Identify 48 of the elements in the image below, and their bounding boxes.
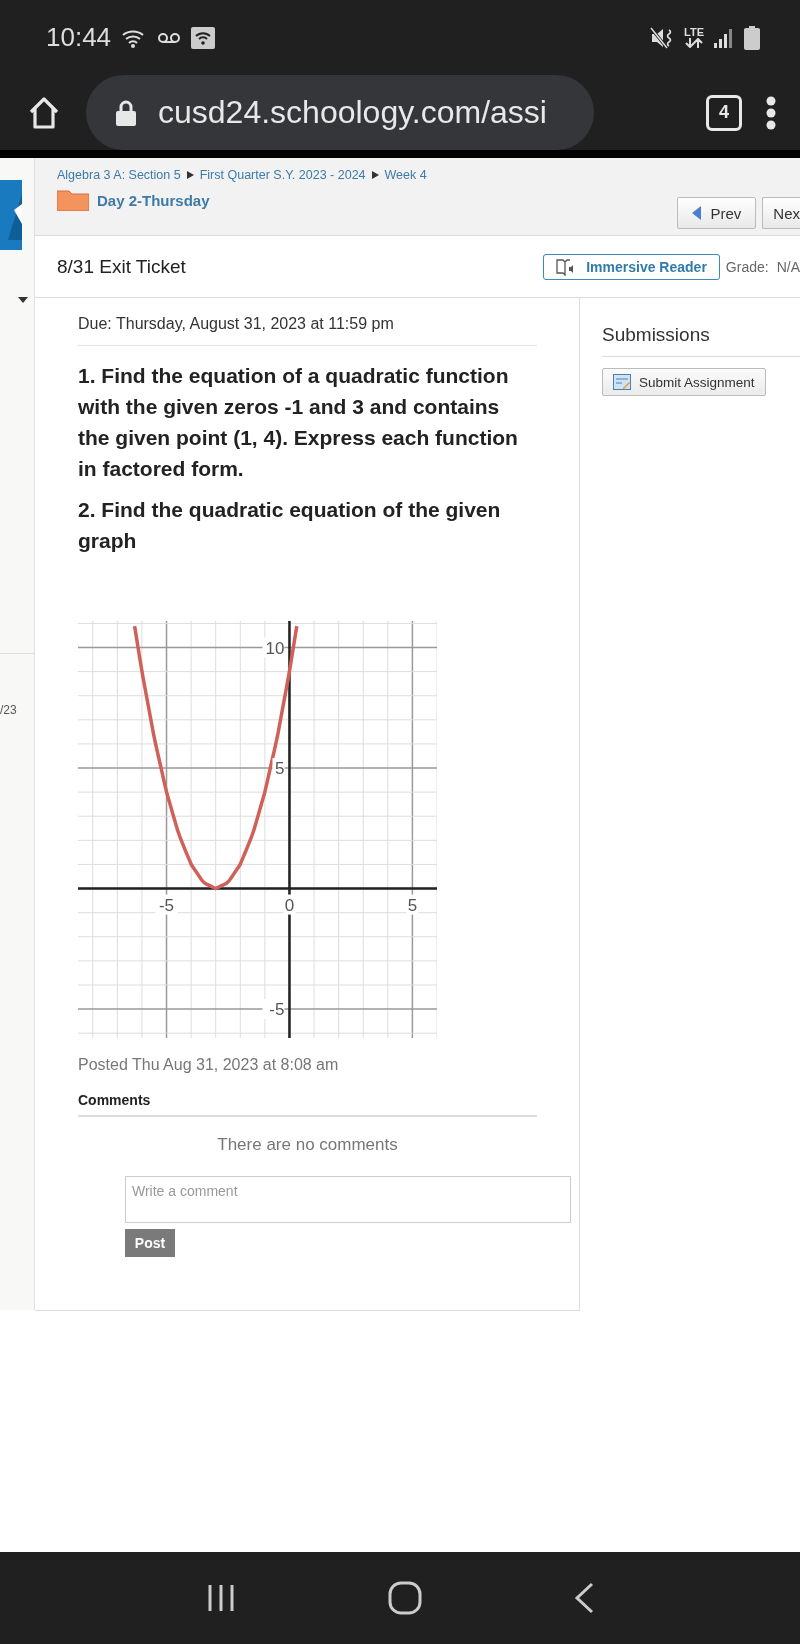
tick-label: 5 [407, 895, 418, 915]
clock-time: 10:44 [46, 22, 112, 53]
form-icon [613, 374, 631, 390]
tick-label: 10 [265, 638, 285, 658]
submissions-heading: Submissions [602, 324, 800, 357]
url-text: cusd24.schoology.com/assi [158, 94, 547, 131]
home-icon[interactable] [388, 1581, 422, 1615]
folder-link[interactable]: Day 2-Thursday [97, 191, 210, 209]
sidebar-text: /23 [0, 703, 17, 717]
folder-icon [57, 189, 89, 211]
more-menu-icon[interactable] [766, 95, 776, 130]
post-button[interactable]: Post [125, 1229, 175, 1257]
address-bar[interactable]: cusd24.schoology.com/assi [86, 75, 594, 150]
network-label: LTE [684, 27, 704, 38]
question-text: 1. Find the equation of a quadratic function with the given zeros -1 and 3 and contains the given point (1, 4). Express each function in factored form. [78, 363, 519, 482]
comment-field[interactable]: Write a comment [125, 1176, 571, 1223]
back-icon[interactable] [574, 1582, 594, 1614]
grade-value: N/A [776, 258, 800, 275]
tick-label: -5 [269, 1000, 285, 1020]
wifi-icon [191, 26, 216, 49]
breadcrumb-link[interactable]: Algebra 3 A: Section 5 [57, 168, 181, 182]
grade-label: Grade: [725, 258, 769, 275]
submit-assignment-button[interactable]: Submit Assignment [602, 368, 766, 396]
assignment-title: 8/31 Exit Ticket [57, 255, 187, 278]
triangle-icon [692, 206, 702, 220]
signal-icon [714, 27, 734, 48]
tick-label: 0 [284, 895, 295, 915]
tick-label: 5 [275, 759, 285, 779]
no-comments-text: There are no comments [216, 1135, 399, 1155]
next-button[interactable]: Nex [762, 197, 800, 229]
tick-label: -5 [158, 895, 175, 915]
separator-icon [371, 171, 379, 179]
voicemail-icon [157, 31, 182, 44]
separator-icon [186, 171, 194, 179]
battery-icon [744, 25, 760, 50]
breadcrumb-link[interactable]: Week 4 [384, 168, 427, 182]
breadcrumb-link[interactable]: First Quarter S.Y. 2023 - 2024 [199, 168, 366, 182]
posted-date: Posted Thu Aug 31, 2023 at 8:08 am [78, 1056, 340, 1074]
data-arrows-icon [685, 38, 703, 48]
tab-count-button[interactable]: 4 [706, 94, 742, 131]
due-date: Due: Thursday, August 31, 2023 at 11:59 pm [78, 298, 537, 346]
caret-icon[interactable] [18, 297, 28, 303]
immersive-reader-button[interactable]: Immersive Reader [543, 253, 720, 280]
question-text: 2. Find the quadratic equation of the given graph [78, 497, 502, 554]
comments-heading: Comments [78, 1092, 537, 1117]
lock-icon [116, 99, 136, 126]
recent-apps-icon[interactable] [206, 1583, 236, 1613]
prev-button[interactable]: Prev [677, 197, 757, 229]
